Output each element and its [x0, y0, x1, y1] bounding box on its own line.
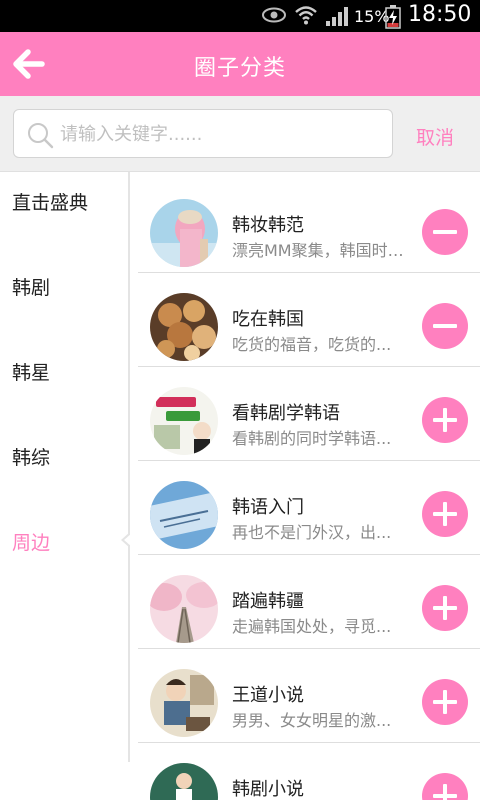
circle-name: 看韩剧学韩语 [232, 403, 340, 424]
circle-name: 吃在韩国 [232, 309, 304, 330]
circle-name: 韩剧小说 [232, 779, 304, 800]
category-sidebar: 直击盛典 韩剧 韩星 韩综 周边 [0, 172, 128, 800]
avatar [150, 575, 218, 643]
search-bar: 取消 [0, 96, 480, 172]
search-icon [28, 123, 54, 149]
list-item[interactable]: 看韩剧学韩语 看韩剧的同时学韩语... [130, 367, 480, 461]
signal-icon [326, 7, 348, 26]
circle-name: 韩妆韩范 [232, 215, 304, 236]
list-item[interactable]: 韩语入门 再也不是门外汉，出... [130, 461, 480, 555]
avatar [150, 763, 218, 800]
page-title: 圈子分类 [193, 56, 286, 81]
avatar [150, 387, 218, 455]
status-time: 18:50 [408, 2, 472, 27]
add-icon[interactable] [422, 585, 468, 631]
circle-description: 吃货的福音，吃货的... [232, 335, 392, 354]
sidebar-item-dramas[interactable]: 韩剧 [12, 273, 50, 300]
avatar [150, 293, 218, 361]
avatar [150, 199, 218, 267]
list-item[interactable]: 踏遍韩疆 走遍韩国处处，寻觅... [130, 555, 480, 649]
wifi-icon [295, 6, 317, 25]
search-input[interactable] [60, 118, 380, 150]
status-bar: 15% 18:50 [0, 0, 480, 32]
avatar [150, 481, 218, 549]
remove-icon[interactable] [422, 209, 468, 255]
add-icon[interactable] [422, 397, 468, 443]
circle-name: 王道小说 [232, 685, 304, 706]
sidebar-item-stars[interactable]: 韩星 [12, 358, 50, 385]
title-bar: 圈子分类 [0, 32, 480, 96]
search-box[interactable] [13, 109, 393, 158]
add-icon[interactable] [422, 679, 468, 725]
circle-name: 韩语入门 [232, 497, 304, 518]
circle-list: 韩妆韩范 漂亮MM聚集，韩国时尚... 吃在韩国 吃货的福音，吃货的... 看韩… [130, 172, 480, 800]
sidebar-item-ceremony[interactable]: 直击盛典 [12, 188, 88, 215]
circle-description: 看韩剧的同时学韩语... [232, 429, 392, 448]
circle-description: 漂亮MM聚集，韩国时尚... [232, 241, 410, 260]
circle-description: 男男、女女明星的激... [232, 711, 392, 730]
sidebar-item-variety[interactable]: 韩综 [12, 443, 50, 470]
circle-description: 再也不是门外汉，出... [232, 523, 392, 542]
add-icon[interactable] [422, 491, 468, 537]
list-item[interactable]: 韩剧小说 [130, 743, 480, 800]
add-icon[interactable] [422, 773, 468, 800]
circle-name: 踏遍韩疆 [232, 591, 304, 612]
list-item[interactable]: 吃在韩国 吃货的福音，吃货的... [130, 273, 480, 367]
remove-icon[interactable] [422, 303, 468, 349]
circle-description: 走遍韩国处处，寻觅... [232, 617, 392, 636]
list-item[interactable]: 王道小说 男男、女女明星的激... [130, 649, 480, 743]
sidebar-item-peripheral[interactable]: 周边 [12, 528, 50, 555]
avatar [150, 669, 218, 737]
cancel-button[interactable]: 取消 [416, 123, 454, 150]
list-item[interactable]: 韩妆韩范 漂亮MM聚集，韩国时尚... [130, 179, 480, 273]
battery-charging-icon [385, 5, 401, 29]
eye-icon [262, 7, 286, 23]
